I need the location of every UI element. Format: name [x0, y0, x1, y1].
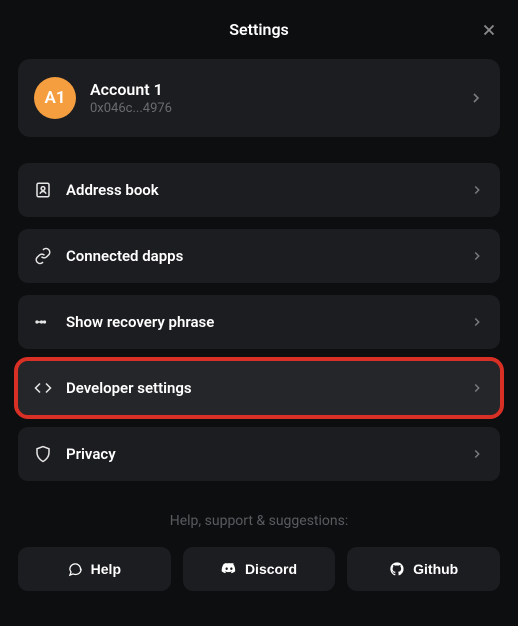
shield-icon [34, 445, 52, 463]
item-label: Address book [66, 181, 456, 199]
link-icon [34, 247, 52, 265]
item-connected-dapps[interactable]: Connected dapps [18, 229, 500, 283]
footer-caption: Help, support & suggestions: [18, 513, 500, 529]
item-recovery-phrase[interactable]: Show recovery phrase [18, 295, 500, 349]
chat-icon [68, 562, 83, 577]
footer-buttons: Help Discord Github [0, 547, 518, 591]
header: Settings [0, 0, 518, 59]
item-label: Developer settings [66, 379, 456, 397]
account-info: Account 1 0x046c...4976 [90, 80, 454, 116]
item-privacy[interactable]: Privacy [18, 427, 500, 481]
settings-list: Address book Connected dapps Show recove… [18, 163, 500, 481]
chevron-right-icon [470, 249, 484, 263]
address-book-icon [34, 181, 52, 199]
avatar: A1 [34, 77, 76, 119]
github-icon [389, 561, 405, 577]
item-address-book[interactable]: Address book [18, 163, 500, 217]
discord-icon [221, 561, 237, 577]
chevron-right-icon [470, 183, 484, 197]
help-button[interactable]: Help [18, 547, 171, 591]
item-label: Show recovery phrase [66, 313, 456, 331]
account-address: 0x046c...4976 [90, 101, 454, 116]
key-icon [34, 313, 52, 331]
item-label: Connected dapps [66, 247, 456, 265]
discord-button[interactable]: Discord [183, 547, 336, 591]
chevron-right-icon [470, 447, 484, 461]
button-label: Github [413, 561, 458, 577]
button-label: Discord [245, 561, 297, 577]
chevron-right-icon [468, 90, 484, 106]
item-label: Privacy [66, 445, 456, 463]
close-icon [480, 21, 498, 39]
chevron-right-icon [470, 381, 484, 395]
account-card[interactable]: A1 Account 1 0x046c...4976 [18, 59, 500, 137]
close-button[interactable] [480, 21, 498, 39]
chevron-right-icon [470, 315, 484, 329]
button-label: Help [91, 561, 121, 577]
github-button[interactable]: Github [347, 547, 500, 591]
code-icon [34, 379, 52, 397]
account-name: Account 1 [90, 80, 454, 99]
page-title: Settings [229, 20, 289, 39]
item-developer-settings[interactable]: Developer settings [18, 361, 500, 415]
